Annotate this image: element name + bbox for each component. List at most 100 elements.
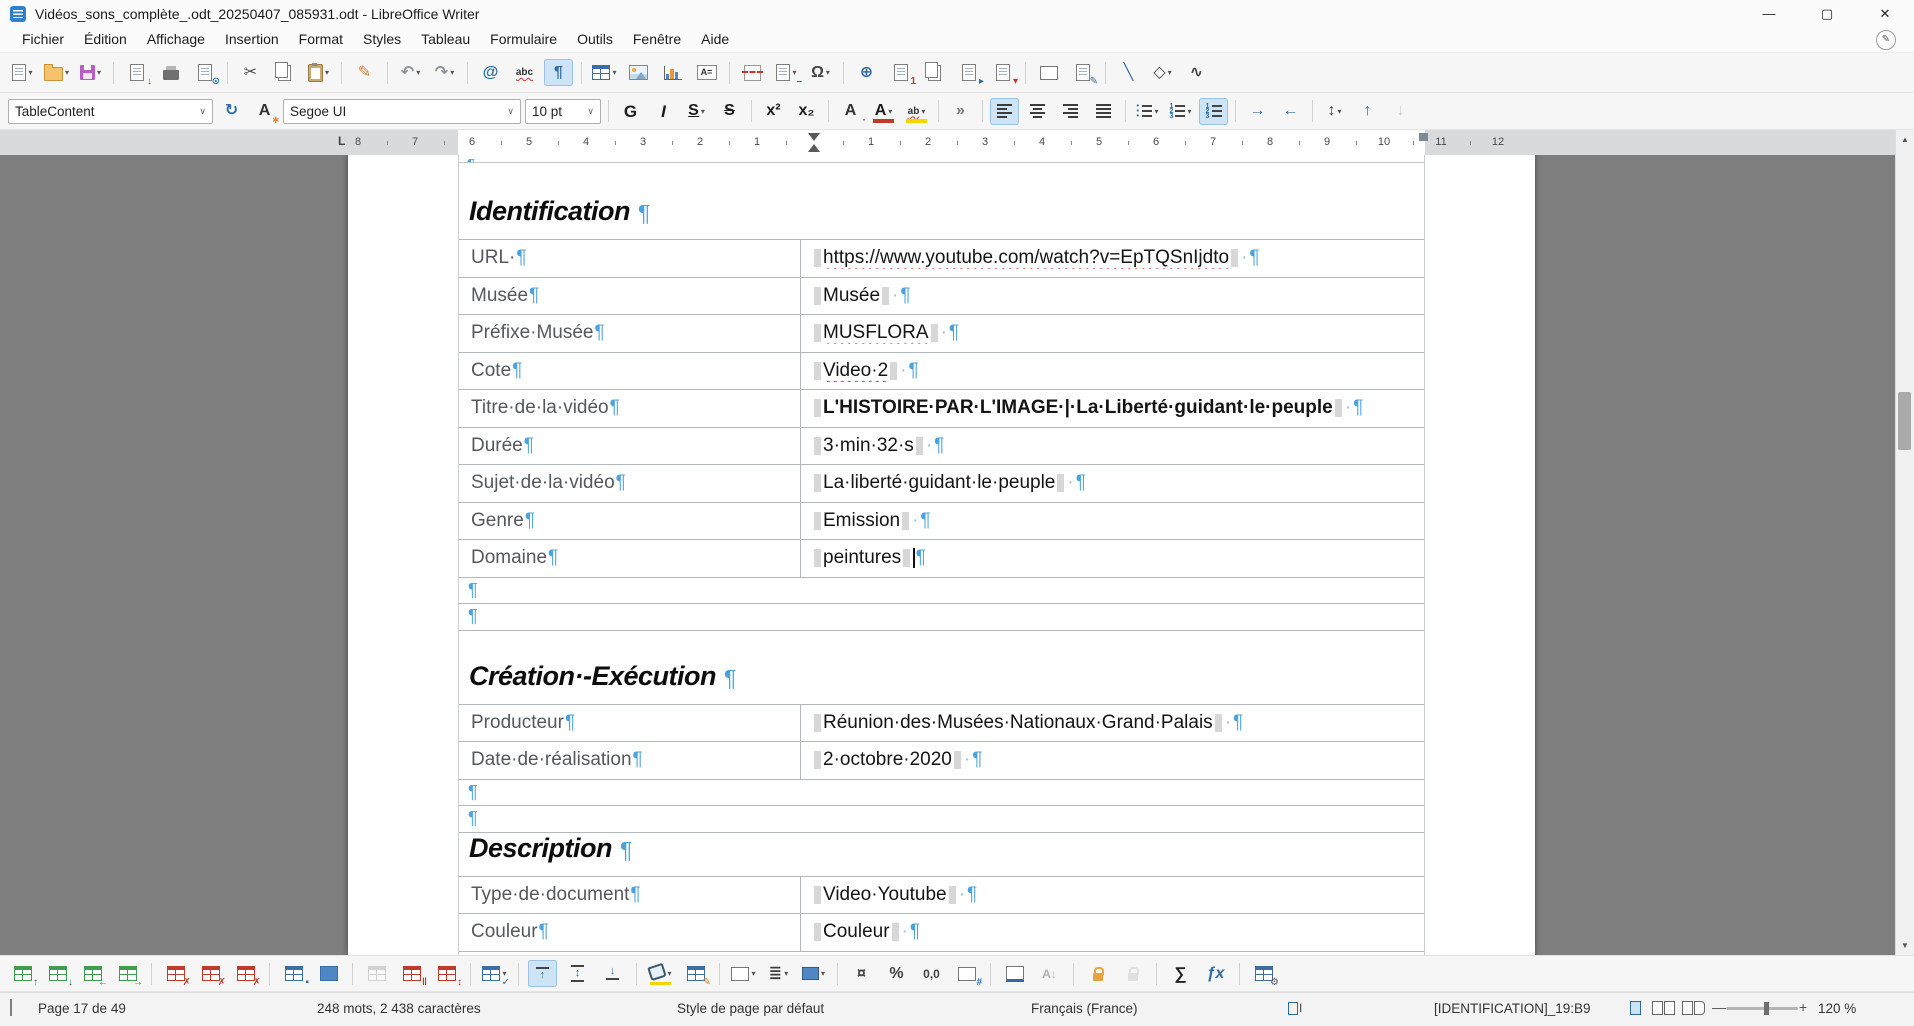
- delete-table-icon[interactable]: ✗: [231, 960, 260, 987]
- font-size-combo[interactable]: 10 pt ∨: [525, 99, 601, 124]
- autoformat-table-icon[interactable]: ✎: [681, 960, 710, 987]
- print-icon[interactable]: [156, 59, 185, 86]
- chevron-down-icon[interactable]: ∨: [193, 106, 206, 117]
- toolbar-overflow-icon[interactable]: »: [946, 98, 975, 125]
- insert-line-icon[interactable]: ╲: [1114, 59, 1143, 86]
- cut-icon[interactable]: ✂: [236, 59, 265, 86]
- borders-icon[interactable]: ▾: [729, 960, 758, 987]
- multi-page-view-icon[interactable]: [1652, 1001, 1676, 1018]
- menu-affichage[interactable]: Affichage: [137, 28, 215, 50]
- table-cell-value[interactable]: https://www.youtube.com/watch?v=EpTQSnIj…: [801, 247, 1424, 269]
- increase-indent-icon[interactable]: →: [1243, 98, 1272, 125]
- single-page-view-icon[interactable]: [1630, 1001, 1642, 1018]
- center-vertically-icon[interactable]: ↕: [563, 960, 592, 987]
- tab-stop-selector-icon[interactable]: L: [338, 134, 345, 148]
- align-top-icon[interactable]: ↑: [528, 960, 557, 987]
- table-cell-label[interactable]: Producteur¶: [459, 705, 801, 742]
- menu-styles[interactable]: Styles: [353, 28, 411, 50]
- italic-icon[interactable]: I: [649, 98, 678, 125]
- currency-format-icon[interactable]: ¤: [847, 960, 876, 987]
- sort-icon[interactable]: A↓: [1035, 960, 1064, 987]
- align-center-icon[interactable]: [1023, 98, 1052, 125]
- table-cell-label[interactable]: Genre¶: [459, 503, 801, 540]
- selection-mode-icon[interactable]: I: [1288, 1001, 1302, 1015]
- empty-paragraph-row[interactable]: ¶: [459, 780, 1424, 807]
- sum-icon[interactable]: ∑: [1166, 960, 1195, 987]
- insert-comment-icon[interactable]: ▸: [954, 59, 983, 86]
- section-heading[interactable]: Description¶: [459, 833, 1424, 876]
- empty-paragraph-row[interactable]: ¶: [459, 604, 1424, 631]
- split-table-icon[interactable]: ↕: [432, 960, 461, 987]
- zoom-slider-handle[interactable]: [1764, 1002, 1769, 1015]
- dropdown-arrow-icon[interactable]: ▾: [1168, 68, 1172, 77]
- curves-polygons-icon[interactable]: ∿: [1182, 59, 1211, 86]
- insert-bookmark-icon[interactable]: ▾: [988, 59, 1017, 86]
- undo-icon[interactable]: ↶▾: [396, 59, 425, 86]
- font-name-combo[interactable]: Segoe UI ∨: [283, 99, 521, 124]
- scroll-down-icon[interactable]: ▼: [1896, 936, 1914, 955]
- table-cell-value[interactable]: Video·Youtube·¶: [801, 884, 1424, 906]
- table-cell-label[interactable]: Musée¶: [459, 278, 801, 315]
- book-view-icon[interactable]: [1682, 1001, 1706, 1018]
- number-format-icon[interactable]: #: [952, 960, 981, 987]
- zoom-in-icon[interactable]: +: [1799, 999, 1807, 1015]
- subscript-icon[interactable]: x₂: [792, 98, 821, 125]
- document-page[interactable]: ¶ Identification¶URL·¶https://www.youtub…: [348, 155, 1535, 955]
- open-folder-icon[interactable]: ▾: [42, 59, 71, 86]
- border-color-icon[interactable]: ▾: [799, 960, 828, 987]
- justify-icon[interactable]: [1089, 98, 1118, 125]
- dropdown-arrow-icon[interactable]: ▾: [1187, 107, 1191, 116]
- empty-paragraph-row[interactable]: ¶: [459, 806, 1424, 833]
- table-cell-value[interactable]: Réunion·des·Musées·Nationaux·Grand·Palai…: [801, 712, 1424, 734]
- dropdown-arrow-icon[interactable]: ▾: [97, 68, 101, 77]
- find-replace-icon[interactable]: @: [476, 59, 505, 86]
- table-cell-label[interactable]: Couleur¶: [459, 914, 801, 951]
- select-cell-icon[interactable]: ▪: [279, 960, 308, 987]
- dropdown-arrow-icon[interactable]: ▾: [701, 107, 705, 116]
- dropdown-arrow-icon[interactable]: ▾: [1154, 107, 1158, 116]
- unprotect-cells-icon[interactable]: [1118, 960, 1147, 987]
- table-cell-label[interactable]: Sujet·de·la·vidéo¶: [459, 465, 801, 502]
- table-cell-value[interactable]: 2·octobre·2020·¶: [801, 749, 1424, 771]
- table-cell-label[interactable]: Type·de·document¶: [459, 877, 801, 914]
- ordered-list-icon[interactable]: 123▾: [1166, 98, 1195, 125]
- menu-edition[interactable]: Édition: [74, 28, 137, 50]
- new-document-icon[interactable]: ▾: [8, 59, 37, 86]
- insert-cross-reference-icon[interactable]: [920, 59, 949, 86]
- increase-paragraph-spacing-icon[interactable]: ↑: [1353, 98, 1382, 125]
- underline-icon[interactable]: S▾: [682, 98, 711, 125]
- table-background-color-icon[interactable]: ▾: [646, 960, 675, 987]
- menu-formulaire[interactable]: Formulaire: [480, 28, 567, 50]
- word-count-status[interactable]: 248 mots, 2 438 caractères: [317, 1001, 481, 1016]
- decrease-indent-icon[interactable]: ←: [1276, 98, 1305, 125]
- new-style-icon[interactable]: A∗: [250, 98, 279, 125]
- insert-caption-icon[interactable]: [1000, 960, 1029, 987]
- insert-row-below-icon[interactable]: ↓: [43, 960, 72, 987]
- save-icon[interactable]: ▾: [76, 59, 105, 86]
- table-cell-value[interactable]: L'HISTOIRE·PAR·L'IMAGE·|·La·Liberté·guid…: [801, 397, 1424, 419]
- formula-icon[interactable]: ƒx: [1201, 960, 1230, 987]
- section-heading[interactable]: Identification¶: [459, 163, 1424, 239]
- align-bottom-icon[interactable]: ↓: [598, 960, 627, 987]
- dropdown-arrow-icon[interactable]: ▾: [888, 107, 892, 116]
- clear-formatting-icon[interactable]: A·: [836, 98, 865, 125]
- spelling-icon[interactable]: abc: [510, 59, 539, 86]
- insert-frame-icon[interactable]: [1034, 59, 1063, 86]
- insert-field-icon[interactable]: –▾: [772, 59, 801, 86]
- language-status[interactable]: Français (France): [1031, 1001, 1138, 1016]
- insert-table-icon[interactable]: ▾: [590, 59, 619, 86]
- table-cell-value[interactable]: Video·2·¶: [801, 360, 1424, 382]
- insert-footnote-icon[interactable]: 1: [886, 59, 915, 86]
- insert-column-before-icon[interactable]: ←: [78, 960, 107, 987]
- bold-icon[interactable]: G: [616, 98, 645, 125]
- insert-chart-icon[interactable]: [658, 59, 687, 86]
- font-color-icon[interactable]: A▾: [869, 98, 898, 125]
- basic-shapes-icon[interactable]: ◇▾: [1148, 59, 1177, 86]
- insert-textbox-icon[interactable]: A=: [692, 59, 721, 86]
- menu-format[interactable]: Format: [289, 28, 353, 50]
- minimize-button[interactable]: —: [1740, 0, 1798, 27]
- customize-menubar-icon[interactable]: ✎: [1876, 30, 1896, 50]
- paragraph-style-combo[interactable]: TableContent ∨: [8, 99, 213, 124]
- special-character-icon[interactable]: Ω▾: [806, 59, 835, 86]
- menu-aide[interactable]: Aide: [691, 28, 739, 50]
